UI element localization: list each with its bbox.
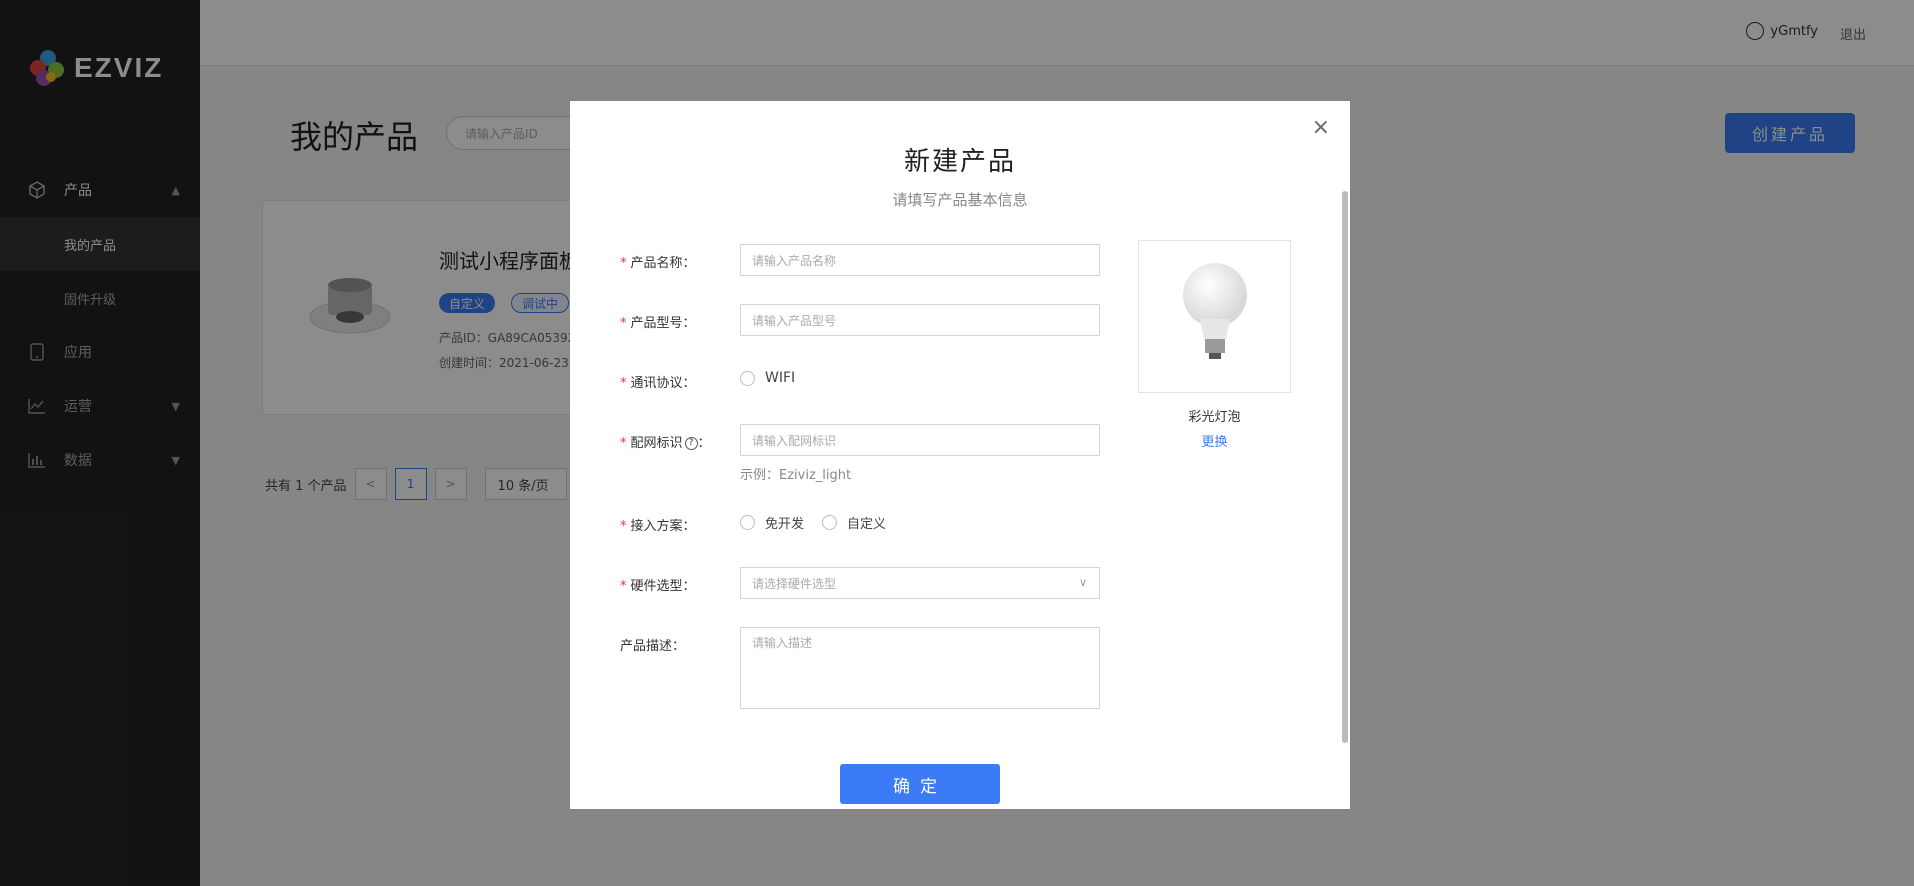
network-id-input[interactable]: 请输入配网标识 [740, 424, 1100, 456]
chevron-down-icon: ∨ [1078, 576, 1087, 589]
product-name-input[interactable]: 请输入产品名称 [740, 244, 1100, 276]
network-id-hint: 示例：Eziviz_light [740, 468, 852, 483]
help-icon[interactable]: ? [684, 437, 698, 450]
product-model-input[interactable]: 请输入产品型号 [740, 304, 1100, 336]
light-bulb-icon [1182, 262, 1247, 359]
radio-circle-icon [740, 370, 755, 386]
access-no-dev-radio[interactable]: 免开发 [740, 513, 804, 532]
model-label: * 产品型号： [620, 316, 696, 331]
access-custom-radio[interactable]: 自定义 [822, 513, 886, 532]
name-label: * 产品名称： [620, 256, 696, 271]
radio-circle-icon [740, 515, 755, 530]
confirm-button[interactable]: 确定 [840, 764, 1000, 804]
new-product-dialog: × 新建产品 请填写产品基本信息 * 产品名称： 请输入产品名称 * 产品型号： 请… [570, 101, 1350, 809]
dialog-title: 新建产品 [903, 147, 1016, 177]
description-label: 产品描述： [620, 639, 686, 654]
close-icon[interactable]: × [1312, 117, 1330, 139]
protocol-wifi-radio[interactable]: WIFI [740, 370, 795, 386]
change-image-link[interactable]: 更换 [1138, 431, 1291, 450]
protocol-label: * 通讯协议： [620, 376, 696, 391]
hardware-select[interactable]: 请选择硬件选型 ∨ [740, 567, 1100, 599]
access-label: * 接入方案： [620, 519, 696, 534]
hardware-label: * 硬件选型： [620, 579, 696, 594]
description-textarea[interactable]: 请输入描述 [740, 627, 1100, 709]
dialog-subtitle: 请填写产品基本信息 [892, 191, 1028, 209]
network-label: * 配网标识?： [620, 436, 711, 451]
product-image-box [1138, 240, 1291, 393]
radio-circle-icon [822, 515, 837, 530]
scrollbar[interactable] [1342, 191, 1348, 743]
image-name: 彩光灯泡 [1188, 410, 1241, 425]
